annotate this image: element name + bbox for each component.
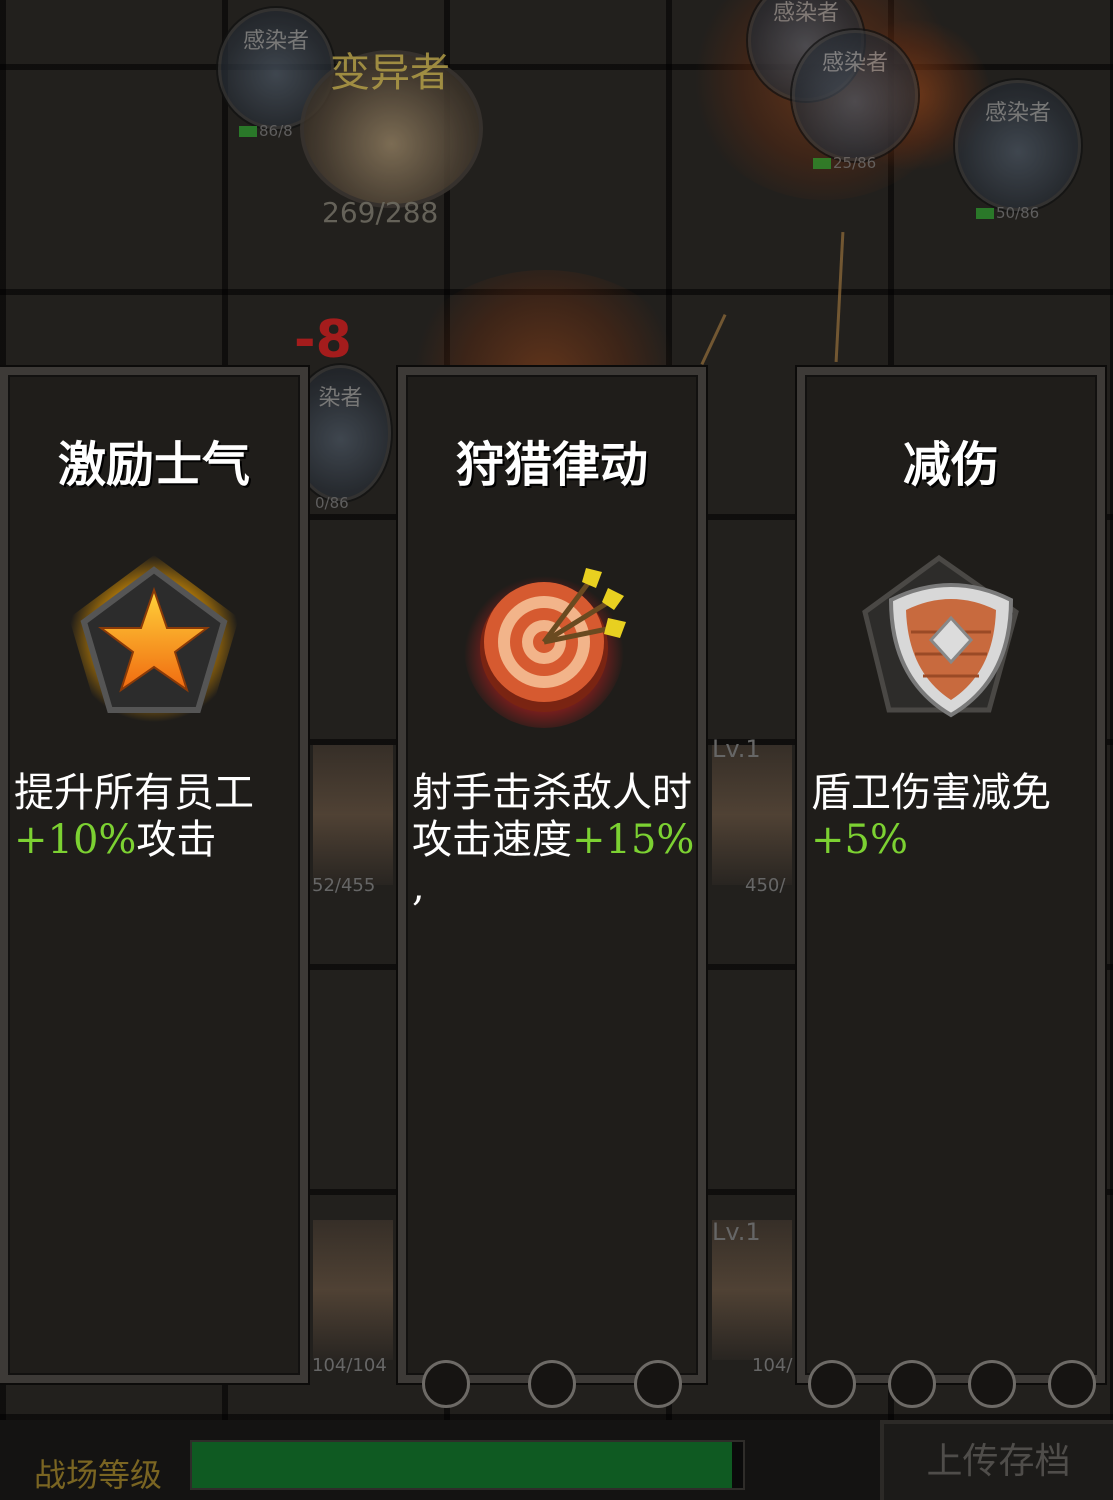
boss-hp: 269/288 <box>322 196 439 229</box>
enemy-hp: 25/86 <box>813 154 876 172</box>
card-description: 盾卫伤害减免 +5% <box>811 770 1051 863</box>
slot-dot <box>968 1360 1016 1408</box>
slot-dot <box>634 1360 682 1408</box>
slot-dot <box>888 1360 936 1408</box>
ally-hp: 450/ <box>745 875 786 896</box>
ally-portrait <box>712 745 792 885</box>
enemy-name: 感染者 <box>772 1 839 26</box>
boss-name: 变异者 <box>330 50 450 96</box>
target-arrows-icon <box>462 550 642 730</box>
slot-dot <box>528 1360 576 1408</box>
enemy-name: 感染者 <box>984 101 1051 126</box>
enemy-hp: 50/86 <box>976 204 1039 222</box>
card-title: 激励士气 <box>57 437 250 493</box>
slot-dot <box>422 1360 470 1408</box>
enemy-infected[interactable]: 感染者 25/86 <box>792 30 918 172</box>
progress-fill <box>192 1442 732 1488</box>
battlefield-level-label: 战场等级 <box>34 1456 163 1494</box>
ally-portrait <box>313 1220 393 1360</box>
card-title: 狩猎律动 <box>455 437 648 493</box>
ally-level: Lv.1 <box>712 735 761 763</box>
ally-hp: 104/ <box>752 1355 793 1376</box>
skill-card-hunting-rhythm[interactable]: 狩猎律动 射手击杀敌人时 攻击速度+15% , <box>398 367 706 1383</box>
skill-card-damage-reduction[interactable]: 减伤 盾卫伤害减免 +5% <box>797 367 1105 1383</box>
star-pentagon-icon <box>64 550 244 730</box>
ally-portrait <box>313 745 393 885</box>
battlefield-level-progress <box>190 1440 745 1490</box>
card-description: 射手击杀敌人时 攻击速度+15% , <box>412 770 695 910</box>
enemy-name: 感染者 <box>821 51 888 76</box>
skill-card-morale[interactable]: 激励士气 提升所有员工 +10%攻击 <box>0 367 308 1383</box>
ally-hp: 52/455 <box>312 875 376 896</box>
slot-dot <box>808 1360 856 1408</box>
enemy-infected[interactable]: 感染者 50/86 <box>955 80 1081 222</box>
ally-hp: 104/104 <box>312 1355 387 1376</box>
card-description: 提升所有员工 +10%攻击 <box>14 770 254 863</box>
upload-save-button[interactable]: 上传存档 <box>880 1420 1113 1500</box>
ally-level: Lv.1 <box>712 1218 761 1246</box>
card-title: 减伤 <box>902 437 999 493</box>
enemy-hp: 0/86 <box>315 494 349 512</box>
slot-dot <box>1048 1360 1096 1408</box>
damage-popup: -8 <box>294 310 352 370</box>
enemy-hp: 86/8 <box>239 122 293 140</box>
shield-icon <box>861 550 1041 730</box>
